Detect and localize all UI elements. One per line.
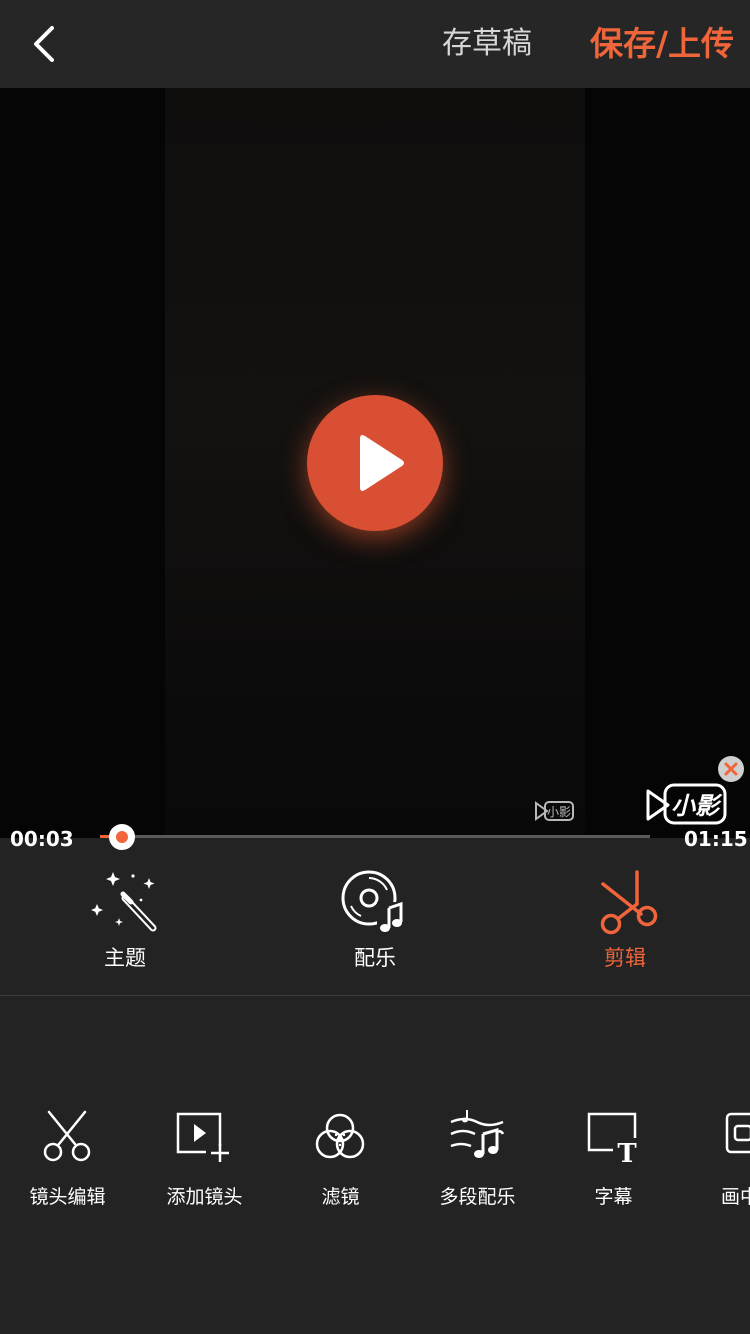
tab-edit-label: 剪辑 xyxy=(604,946,646,970)
tool-add-clip-label: 添加镜头 xyxy=(166,1186,243,1208)
subtitle-icon: T xyxy=(587,1112,637,1164)
watermark-logo-small: 小影 xyxy=(533,798,575,828)
tool-pip-label: 画中画 xyxy=(720,1186,750,1208)
back-button[interactable] xyxy=(24,22,68,66)
main-tab-bar: 主题 配乐 剪辑 xyxy=(0,852,750,996)
current-time: 00:03 xyxy=(10,827,74,851)
scissors-icon xyxy=(43,1110,91,1162)
edit-tools: 镜头编辑 添加镜头 滤镜 多段配乐 T 字幕 画中 xyxy=(0,996,750,1334)
filter-icon xyxy=(315,1113,365,1159)
svg-text:小影: 小影 xyxy=(547,805,571,819)
tab-music[interactable]: 配乐 xyxy=(250,852,500,995)
tool-clip-edit[interactable]: 镜头编辑 xyxy=(0,1108,136,1218)
tab-theme[interactable]: 主题 xyxy=(0,852,250,995)
svg-text:T: T xyxy=(617,1139,637,1164)
tool-filter[interactable]: 滤镜 xyxy=(272,1108,409,1218)
magic-wand-icon xyxy=(91,872,157,932)
tab-music-label: 配乐 xyxy=(354,946,396,970)
music-disc-icon xyxy=(341,870,403,932)
tab-edit[interactable]: 剪辑 xyxy=(500,852,750,995)
top-bar: 存草稿 保存/上传 xyxy=(0,0,750,88)
save-upload-button[interactable]: 保存/上传 xyxy=(590,22,734,66)
tool-filter-label: 滤镜 xyxy=(321,1186,360,1208)
play-button[interactable] xyxy=(307,395,443,531)
play-icon xyxy=(360,435,404,491)
save-draft-button[interactable]: 存草稿 xyxy=(442,24,532,64)
progress-thumb[interactable] xyxy=(109,824,135,850)
pip-icon xyxy=(725,1112,750,1154)
total-time: 01:15 xyxy=(684,827,748,851)
progress-bar[interactable] xyxy=(100,835,650,838)
tool-multi-music[interactable]: 多段配乐 xyxy=(409,1108,546,1218)
video-preview[interactable]: 小影 小影 xyxy=(0,88,750,838)
close-watermark-button[interactable] xyxy=(718,756,744,782)
tool-multi-music-label: 多段配乐 xyxy=(439,1186,516,1208)
tool-clip-edit-label: 镜头编辑 xyxy=(29,1186,106,1208)
tool-subtitle[interactable]: T 字幕 xyxy=(545,1108,682,1218)
add-clip-icon xyxy=(176,1112,229,1162)
chevron-left-icon xyxy=(34,26,54,62)
tool-pip[interactable]: 画中画 xyxy=(681,1108,750,1218)
close-icon xyxy=(724,762,738,776)
multi-music-icon xyxy=(450,1110,505,1158)
tool-subtitle-label: 字幕 xyxy=(594,1186,633,1208)
tool-add-clip[interactable]: 添加镜头 xyxy=(136,1108,273,1218)
tab-theme-label: 主题 xyxy=(104,946,146,970)
svg-text:小影: 小影 xyxy=(671,792,723,820)
scissors-icon xyxy=(600,870,658,935)
